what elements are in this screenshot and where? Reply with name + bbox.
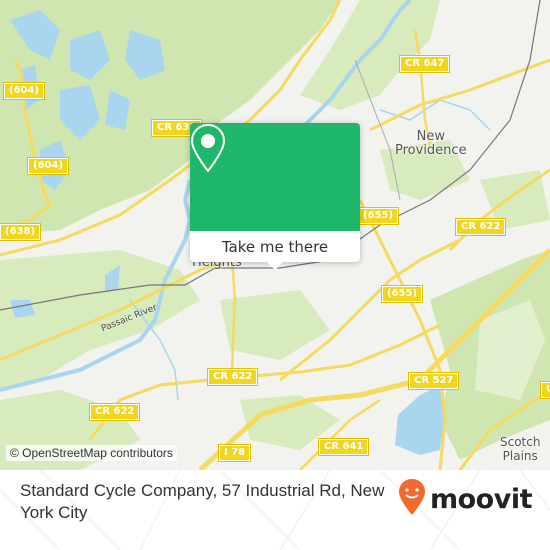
stream <box>379 99 491 131</box>
location-popup: Take me there <box>190 123 360 270</box>
park-area <box>220 290 330 360</box>
popup-pointer <box>267 262 283 270</box>
moovit-pin-icon <box>398 478 426 520</box>
road-shield: CR 641 <box>317 438 370 456</box>
road-shield: CR 527 <box>407 372 460 390</box>
road-shield: (655) <box>356 207 400 225</box>
reservoir <box>395 385 445 455</box>
attribution-link[interactable]: © OpenStreetMap contributors <box>6 445 177 461</box>
footer: Standard Cycle Company, 57 Industrial Rd… <box>0 470 550 550</box>
popup-header <box>190 123 360 231</box>
place-label-new-providence: New Providence <box>395 129 467 158</box>
road-shield: I 78 <box>217 444 252 462</box>
map-view[interactable]: (604) (604) (638) CR 638 CR 647 (655) (6… <box>0 0 550 470</box>
location-title: Standard Cycle Company, 57 Industrial Rd… <box>20 481 385 522</box>
road-shield: CR 622 <box>454 218 507 236</box>
road-shield: U <box>539 381 550 399</box>
road-shield: (604) <box>2 82 46 100</box>
road-shield: (604) <box>26 157 70 175</box>
road-shield: CR 647 <box>398 55 451 73</box>
moovit-wordmark: moovit <box>430 483 533 515</box>
road-shield: (655) <box>380 285 424 303</box>
moovit-logo[interactable]: moovit <box>398 478 533 520</box>
place-label-scotch-plains: Scotch Plains <box>500 435 541 463</box>
take-me-there-button[interactable]: Take me there <box>190 231 360 262</box>
road-shield: CR 622 <box>88 403 141 421</box>
road-shield: (638) <box>0 223 42 241</box>
road-shield: CR 622 <box>206 368 259 386</box>
